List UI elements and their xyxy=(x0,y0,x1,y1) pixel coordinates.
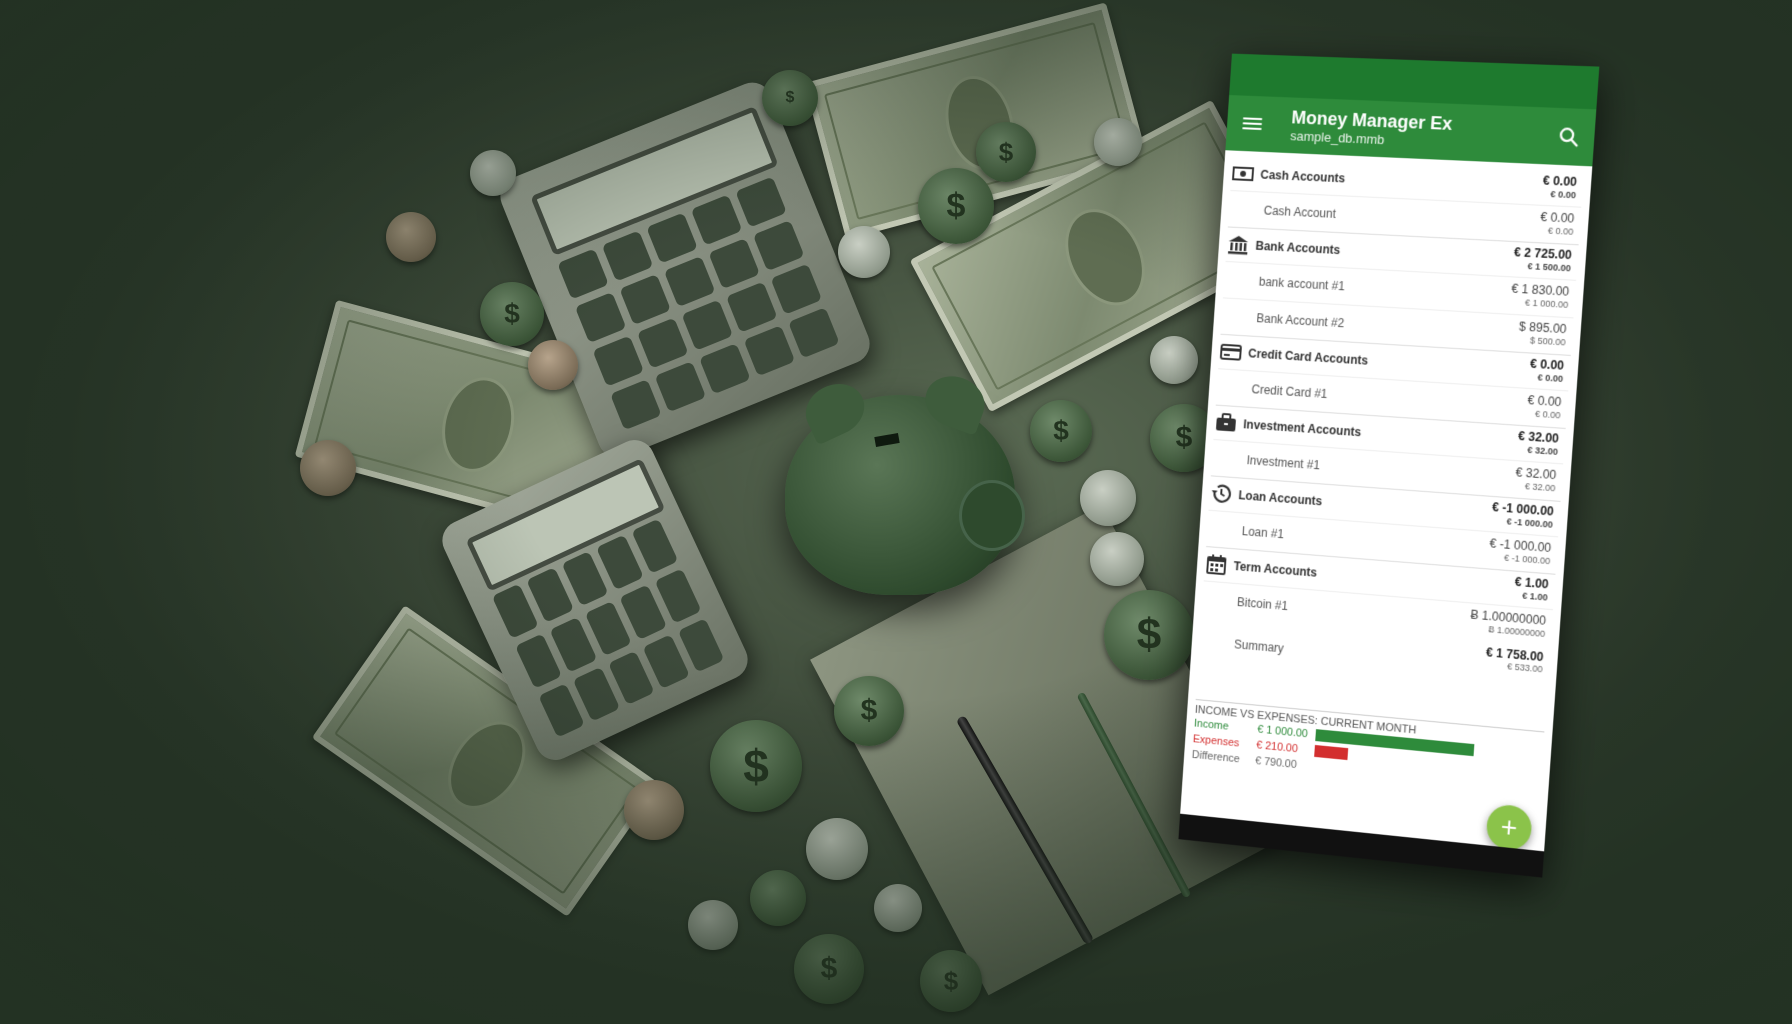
group-balance: € 32.00 xyxy=(1517,428,1560,446)
briefcase-icon xyxy=(1215,410,1236,432)
group-base-balance: € 0.00 xyxy=(1550,188,1577,201)
group-base-balance: € 1 500.00 xyxy=(1527,260,1572,274)
group-name: Bank Accounts xyxy=(1255,238,1341,258)
difference-value: € 790.00 xyxy=(1254,755,1298,772)
group-balance: € 1.00 xyxy=(1514,574,1550,592)
account-name: bank account #1 xyxy=(1258,274,1346,294)
group-name: Cash Accounts xyxy=(1259,167,1346,186)
account-name: Investment #1 xyxy=(1246,453,1321,473)
account-list: Cash Accounts € 0.00 € 0.00 Cash Account … xyxy=(1189,150,1593,722)
credit-card-icon xyxy=(1219,340,1244,365)
account-balance: € 0.00 xyxy=(1526,392,1562,410)
history-icon xyxy=(1209,481,1234,506)
group-balance: € 2 725.00 xyxy=(1513,245,1573,263)
bank-icon xyxy=(1227,235,1249,255)
search-icon[interactable] xyxy=(1557,125,1581,148)
banknote-icon xyxy=(1231,161,1256,186)
calendar-icon xyxy=(1204,552,1229,577)
account-base-balance: € 1 000.00 xyxy=(1524,297,1569,310)
account-group-bank: Bank Accounts € 2 725.00 € 1 500.00 bank … xyxy=(1220,227,1579,356)
account-base-balance: € 0.00 xyxy=(1547,225,1574,237)
account-base-balance: € 32.00 xyxy=(1524,480,1556,494)
account-name: Bitcoin #1 xyxy=(1236,595,1289,614)
group-name: Investment Accounts xyxy=(1242,417,1362,440)
account-balance: € 0.00 xyxy=(1539,209,1575,226)
group-base-balance: € 0.00 xyxy=(1537,372,1564,384)
account-balance: $ 895.00 xyxy=(1518,319,1568,337)
account-name: Loan #1 xyxy=(1241,524,1285,542)
group-balance: € 0.00 xyxy=(1529,356,1565,373)
account-name: Credit Card #1 xyxy=(1251,382,1328,402)
menu-icon[interactable] xyxy=(1242,117,1263,131)
account-base-balance: € 0.00 xyxy=(1534,408,1561,421)
group-balance: € 0.00 xyxy=(1542,173,1578,190)
group-name: Term Accounts xyxy=(1233,559,1318,580)
plus-icon: + xyxy=(1499,810,1519,844)
group-base-balance: € 1.00 xyxy=(1521,590,1549,603)
account-name: Cash Account xyxy=(1263,203,1337,221)
summary-label: Summary xyxy=(1233,637,1285,656)
group-base-balance: € 32.00 xyxy=(1527,444,1559,457)
add-transaction-button[interactable]: + xyxy=(1485,803,1533,852)
account-name: Bank Account #2 xyxy=(1255,311,1345,331)
difference-label: Difference xyxy=(1191,748,1241,766)
group-name: Credit Card Accounts xyxy=(1247,346,1369,368)
phone-screen: Money Manager Ex sample_db.mmb Cash Acco… xyxy=(1178,53,1600,878)
account-base-balance: $ 500.00 xyxy=(1529,335,1566,348)
group-name: Loan Accounts xyxy=(1238,488,1323,509)
account-balance: € 32.00 xyxy=(1515,465,1557,483)
expenses-bar xyxy=(1314,744,1348,761)
account-group-term: Term Accounts € 1.00 € 1.00 Bitcoin #1 Ƀ … xyxy=(1196,547,1555,721)
